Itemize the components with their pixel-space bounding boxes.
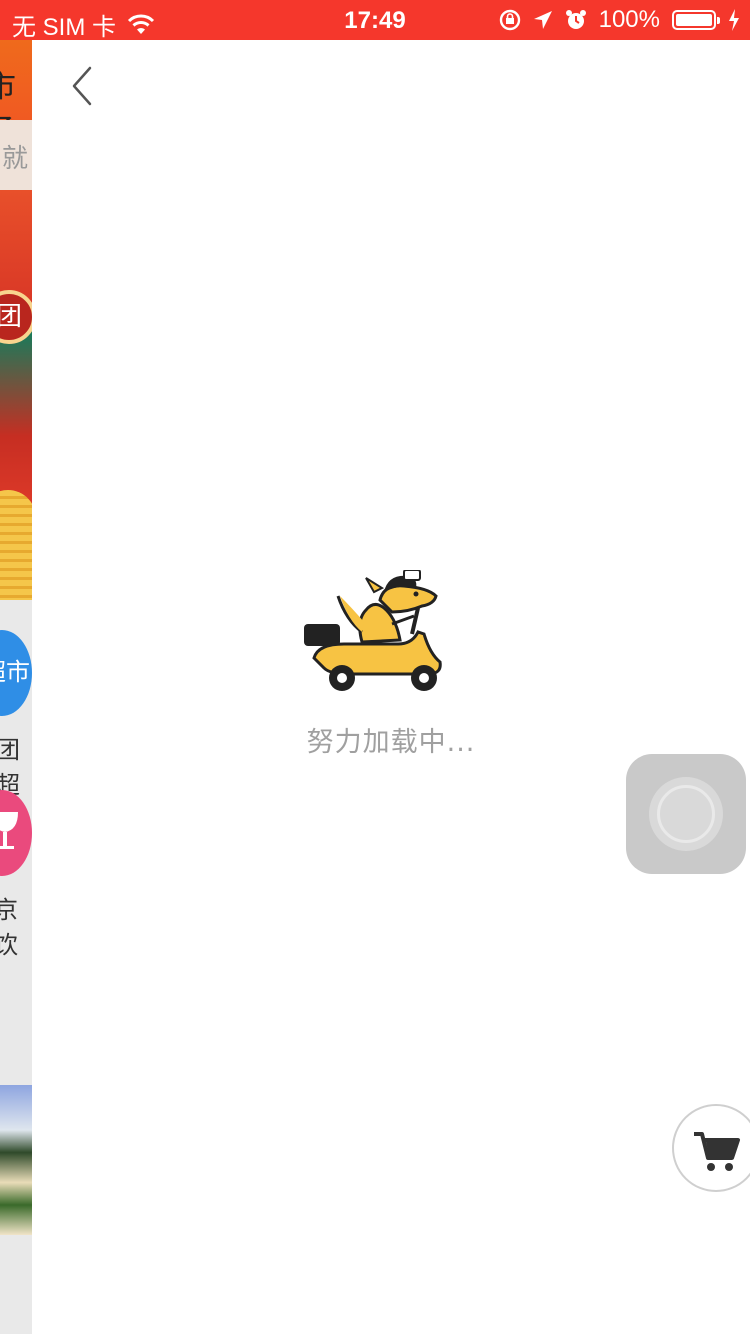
background-search-bar: 就 (0, 120, 32, 190)
battery-icon (672, 10, 720, 30)
banner-badge: 团 (0, 290, 32, 344)
shopping-cart-icon (694, 1132, 740, 1171)
category-supermarket-icon: 超市 (0, 630, 32, 716)
rotation-lock-icon (499, 9, 520, 31)
loading-text: 努力加载中... (306, 727, 476, 758)
alarm-icon (565, 10, 586, 29)
background-header: 市场 (0, 40, 32, 149)
assistive-touch-core (657, 785, 715, 843)
background-page-strip: 市场 就 团 超市 团超 京饮 (0, 40, 32, 1334)
back-button[interactable] (66, 62, 102, 110)
category-1-icon-text: 超市 (0, 658, 30, 686)
chevron-left-icon (72, 66, 92, 106)
screen: 无 SIM 卡 17:49 100% 市 就 团 市 团超 京饮 努力加载中..… (0, 0, 750, 1334)
background-search-text: 就 (2, 144, 29, 174)
status-bar: 无 SIM 卡 17:49 100% (0, 0, 750, 41)
kangaroo-scooter-icon (304, 570, 442, 691)
food-photo (0, 1085, 32, 1235)
wine-glass-icon (0, 812, 18, 849)
banner-decoration (0, 490, 32, 600)
location-arrow-icon (533, 11, 552, 29)
category-2-label: 京饮 (0, 896, 18, 959)
status-right-group: 100% (499, 6, 740, 34)
cart-button[interactable] (672, 1104, 750, 1192)
category-drinks-icon (0, 790, 32, 876)
battery-percent: 100% (598, 6, 660, 33)
charging-bolt-icon (729, 9, 739, 31)
background-promo-banner: 团 (0, 190, 32, 600)
assistive-touch-button[interactable] (626, 754, 746, 874)
